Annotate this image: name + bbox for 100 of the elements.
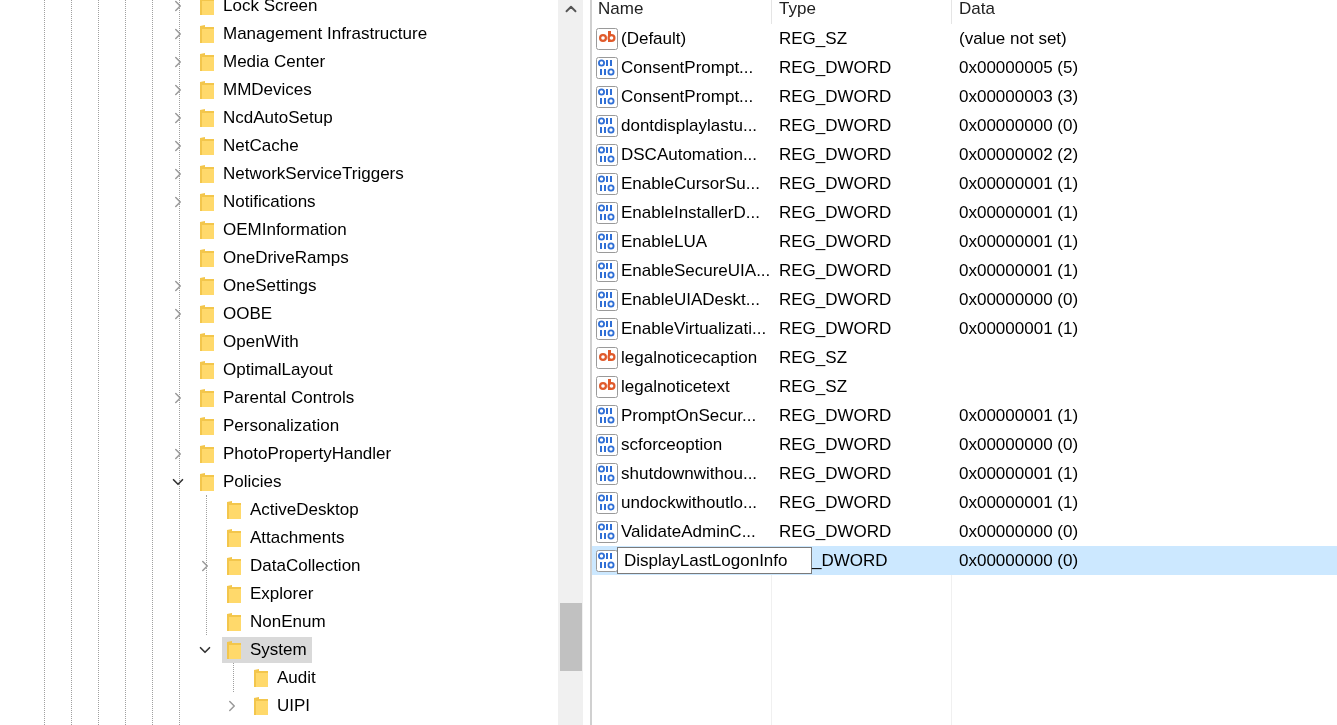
- folder-icon: [199, 444, 215, 464]
- value-row[interactable]: (Default) REG_SZ (value not set): [592, 24, 1337, 53]
- type-cell-text: REG_DWORD: [778, 201, 893, 224]
- value-row[interactable]: DisplayLastLogonInfo _DWORD 0x00000000 (0): [592, 546, 1337, 575]
- value-row[interactable]: scforceoption REG_DWORD 0x00000000 (0): [592, 430, 1337, 459]
- tree-item[interactable]: Parental Controls: [195, 385, 360, 411]
- data-cell-text: 0x00000000 (0): [958, 549, 1079, 572]
- name-cell-text: ConsentPrompt...: [621, 56, 754, 79]
- folder-icon: [226, 584, 242, 604]
- type-cell-text: REG_DWORD: [778, 230, 893, 253]
- binary-value-icon: [596, 317, 618, 340]
- tree-item[interactable]: OneSettings: [195, 273, 322, 299]
- tree-item[interactable]: Notifications: [195, 189, 321, 215]
- data-cell-text: 0x00000000 (0): [958, 114, 1079, 137]
- value-row[interactable]: EnableLUA REG_DWORD 0x00000001 (1): [592, 227, 1337, 256]
- name-cell-text: undockwithoutlo...: [621, 491, 758, 514]
- data-cell-text: 0x00000001 (1): [958, 404, 1079, 427]
- value-row[interactable]: EnableSecureUIA... REG_DWORD 0x00000001 (1): [592, 256, 1337, 285]
- value-row[interactable]: EnableVirtualizati... REG_DWORD 0x00000001 (1): [592, 314, 1337, 343]
- scrollbar-thumb[interactable]: [559, 603, 582, 671]
- binary-value-icon: [596, 114, 618, 137]
- value-row[interactable]: DSCAutomation... REG_DWORD 0x00000002 (2): [592, 140, 1337, 169]
- data-cell-text: 0x00000002 (2): [958, 143, 1079, 166]
- value-row[interactable]: EnableUIADeskt... REG_DWORD 0x00000000 (0): [592, 285, 1337, 314]
- binary-value-icon: [596, 143, 618, 166]
- folder-icon: [199, 304, 215, 324]
- data-cell-text: 0x00000001 (1): [958, 172, 1079, 195]
- tree-item[interactable]: Media Center: [195, 49, 331, 75]
- folder-icon: [199, 80, 215, 100]
- folder-icon: [226, 500, 242, 520]
- value-row[interactable]: EnableCursorSu... REG_DWORD 0x00000001 (1): [592, 169, 1337, 198]
- name-cell-text: scforceoption: [621, 433, 723, 456]
- string-value-icon: [596, 375, 618, 398]
- column-header[interactable]: Name: [592, 0, 772, 24]
- tree-item[interactable]: Policies: [195, 469, 287, 495]
- binary-value-icon: [596, 549, 618, 572]
- name-cell-text: EnableUIADeskt...: [621, 288, 760, 311]
- folder-icon: [199, 108, 215, 128]
- data-cell-text: 0x00000001 (1): [958, 259, 1079, 282]
- tree-item[interactable]: System: [222, 637, 312, 663]
- binary-value-icon: [596, 85, 618, 108]
- value-row[interactable]: ConsentPrompt... REG_DWORD 0x00000003 (3): [592, 82, 1337, 111]
- tree-item[interactable]: UIPI: [249, 693, 316, 719]
- data-cell-text: 0x00000000 (0): [958, 288, 1079, 311]
- folder-icon: [253, 668, 269, 688]
- data-cell-text: 0x00000001 (1): [958, 491, 1079, 514]
- name-cell-text: shutdownwithou...: [621, 462, 758, 485]
- rename-field[interactable]: DisplayLastLogonInfo: [617, 547, 812, 574]
- value-row[interactable]: PromptOnSecur... REG_DWORD 0x00000001 (1): [592, 401, 1337, 430]
- tree-item[interactable]: OptimalLayout: [195, 357, 338, 383]
- value-row[interactable]: dontdisplaylastu... REG_DWORD 0x00000000 (0): [592, 111, 1337, 140]
- name-cell-text: ValidateAdminC...: [621, 520, 756, 543]
- folder-icon: [199, 276, 215, 296]
- tree-item[interactable]: OOBE: [195, 301, 278, 327]
- tree-item[interactable]: MMDevices: [195, 77, 317, 103]
- folder-icon: [199, 220, 215, 240]
- binary-value-icon: [596, 462, 618, 485]
- type-cell-text: REG_DWORD: [778, 491, 893, 514]
- value-row[interactable]: ConsentPrompt... REG_DWORD 0x00000005 (5): [592, 53, 1337, 82]
- tree-item[interactable]: DataCollection: [222, 553, 366, 579]
- tree-item[interactable]: Explorer: [222, 581, 319, 607]
- binary-value-icon: [596, 259, 618, 282]
- folder-icon: [199, 52, 215, 72]
- value-row[interactable]: undockwithoutlo... REG_DWORD 0x00000001 (1): [592, 488, 1337, 517]
- data-cell-text: 0x00000001 (1): [958, 317, 1079, 340]
- tree-item[interactable]: OneDriveRamps: [195, 245, 354, 271]
- folder-icon: [226, 640, 242, 660]
- tree-item[interactable]: OEMInformation: [195, 217, 352, 243]
- type-cell-text: REG_DWORD: [778, 404, 893, 427]
- name-cell-text: EnableInstallerD...: [621, 201, 760, 224]
- tree-item[interactable]: NonEnum: [222, 609, 331, 635]
- value-row[interactable]: EnableInstallerD... REG_DWORD 0x00000001 (1): [592, 198, 1337, 227]
- folder-icon: [199, 192, 215, 212]
- tree-item[interactable]: Attachments: [222, 525, 350, 551]
- value-row[interactable]: legalnoticetext REG_SZ: [592, 372, 1337, 401]
- value-row[interactable]: shutdownwithou... REG_DWORD 0x00000001 (1): [592, 459, 1337, 488]
- binary-value-icon: [596, 404, 618, 427]
- scrollbar[interactable]: [558, 0, 583, 725]
- binary-value-icon: [596, 56, 618, 79]
- data-cell-text: 0x00000003 (3): [958, 85, 1079, 108]
- tree-item[interactable]: ActiveDesktop: [222, 497, 364, 523]
- value-row[interactable]: ValidateAdminC... REG_DWORD 0x00000000 (0): [592, 517, 1337, 546]
- string-value-icon: [596, 27, 618, 50]
- tree-item[interactable]: Management Infrastructure: [195, 21, 433, 47]
- tree-item[interactable]: PhotoPropertyHandler: [195, 441, 397, 467]
- name-cell-text: legalnoticetext: [621, 375, 730, 398]
- tree-item[interactable]: NetCache: [195, 133, 304, 159]
- tree-item[interactable]: NcdAutoSetup: [195, 105, 338, 131]
- type-cell-text: REG_DWORD: [778, 114, 893, 137]
- column-header[interactable]: Data: [952, 0, 1337, 24]
- tree-item[interactable]: Audit: [249, 665, 321, 691]
- type-cell-text: REG_DWORD: [778, 172, 893, 195]
- tree-item[interactable]: OpenWith: [195, 329, 304, 355]
- binary-value-icon: [596, 172, 618, 195]
- tree-item[interactable]: Personalization: [195, 413, 345, 439]
- tree-item[interactable]: NetworkServiceTriggers: [195, 161, 409, 187]
- column-header[interactable]: Type: [772, 0, 952, 24]
- value-row[interactable]: legalnoticecaption REG_SZ: [592, 343, 1337, 372]
- folder-icon: [199, 136, 215, 156]
- binary-value-icon: [596, 288, 618, 311]
